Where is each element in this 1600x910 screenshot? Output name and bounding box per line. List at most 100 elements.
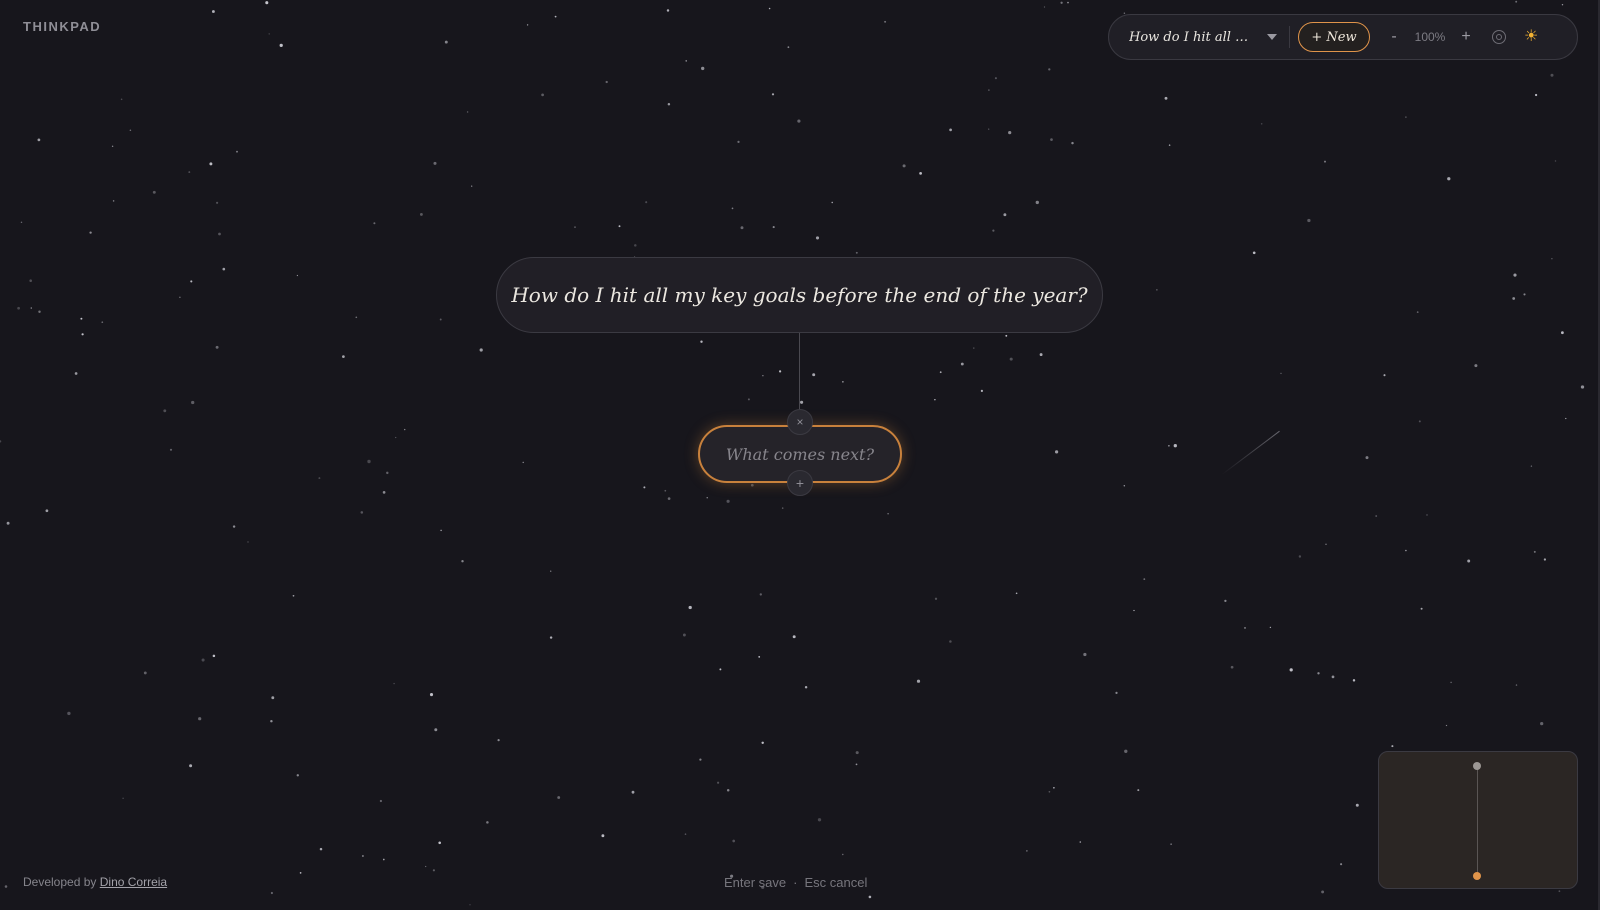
star: [685, 60, 687, 62]
star: [1173, 444, 1177, 448]
star: [129, 129, 132, 132]
star: [382, 858, 385, 861]
star: [732, 839, 736, 843]
star: [89, 231, 92, 234]
app-brand: THINKPAD: [23, 19, 102, 34]
root-node[interactable]: How do I hit all my key goals before the…: [496, 257, 1103, 333]
star: [38, 310, 41, 313]
star: [684, 833, 687, 835]
star: [855, 751, 859, 755]
star: [1447, 177, 1451, 181]
star: [67, 711, 71, 716]
star: [688, 605, 692, 610]
star: [1515, 684, 1518, 686]
star: [1365, 456, 1369, 460]
star: [817, 818, 822, 822]
star: [479, 348, 483, 352]
star: [1416, 311, 1419, 313]
star: [1551, 257, 1553, 260]
star: [169, 448, 173, 451]
star: [318, 477, 321, 480]
star: [994, 77, 997, 80]
star: [466, 111, 469, 113]
new-node-input[interactable]: [713, 443, 887, 465]
star: [122, 797, 124, 799]
star: [432, 869, 435, 872]
star: [1513, 273, 1517, 277]
star: [887, 513, 889, 515]
star: [296, 774, 299, 777]
star: [855, 251, 858, 254]
minimap[interactable]: [1378, 751, 1578, 889]
star: [1269, 626, 1272, 629]
star: [20, 221, 23, 224]
star: [699, 758, 702, 761]
add-child-button[interactable]: +: [787, 470, 813, 496]
star: [1418, 420, 1421, 423]
star: [949, 640, 952, 643]
star: [1405, 116, 1407, 118]
document-selector[interactable]: How do I hit all my...: [1129, 30, 1281, 45]
star: [601, 834, 605, 838]
star: [404, 428, 406, 431]
star: [1561, 331, 1564, 335]
star: [1565, 417, 1567, 420]
root-node-text: How do I hit all my key goals before the…: [511, 283, 1088, 307]
star: [355, 316, 358, 319]
star: [717, 781, 720, 784]
star: [1083, 652, 1087, 657]
star: [1450, 681, 1452, 684]
star: [360, 511, 364, 514]
developer-link[interactable]: Dino Correia: [100, 875, 167, 889]
star: [1331, 675, 1335, 679]
star: [842, 381, 844, 383]
star: [934, 399, 936, 401]
star: [1426, 514, 1428, 516]
sun-icon[interactable]: ☀: [1524, 29, 1538, 45]
star: [188, 171, 191, 174]
star: [1445, 724, 1448, 727]
thinkpad-canvas[interactable]: THINKPAD How do I hit all my... + New - …: [0, 0, 1600, 910]
star: [299, 872, 302, 874]
star: [740, 226, 744, 230]
star: [81, 333, 84, 336]
star: [522, 461, 524, 464]
star: [1115, 691, 1118, 695]
target-icon[interactable]: [1492, 30, 1506, 44]
star: [438, 841, 442, 845]
star: [949, 128, 952, 132]
zoom-in-button[interactable]: +: [1456, 28, 1476, 46]
star: [1530, 465, 1533, 467]
star: [1383, 374, 1386, 377]
star: [768, 7, 771, 10]
document-title: How do I hit all my...: [1129, 29, 1257, 45]
star: [778, 370, 782, 373]
star: [395, 436, 397, 439]
star: [190, 280, 193, 283]
new-document-button[interactable]: + New: [1298, 22, 1370, 52]
developer-credit: Developed by Dino Correia: [23, 875, 167, 889]
star: [1067, 1, 1069, 4]
star: [425, 865, 427, 868]
zoom-out-button[interactable]: -: [1384, 28, 1404, 46]
star: [682, 633, 686, 637]
star: [934, 597, 938, 600]
star: [771, 93, 775, 96]
star: [382, 491, 386, 494]
star: [1375, 515, 1378, 517]
star: [4, 885, 8, 888]
node-connector: [799, 333, 800, 421]
star: [80, 317, 83, 320]
star: [706, 497, 708, 499]
star: [1230, 665, 1234, 669]
remove-node-button[interactable]: ×: [787, 409, 813, 435]
star: [1043, 6, 1046, 8]
star: [919, 172, 922, 175]
star: [45, 509, 49, 513]
star: [557, 796, 561, 799]
hint-save: Enter save: [724, 875, 787, 890]
hint-separator: ·: [793, 875, 798, 890]
star: [215, 345, 219, 349]
star: [386, 471, 389, 475]
star: [1317, 672, 1320, 675]
